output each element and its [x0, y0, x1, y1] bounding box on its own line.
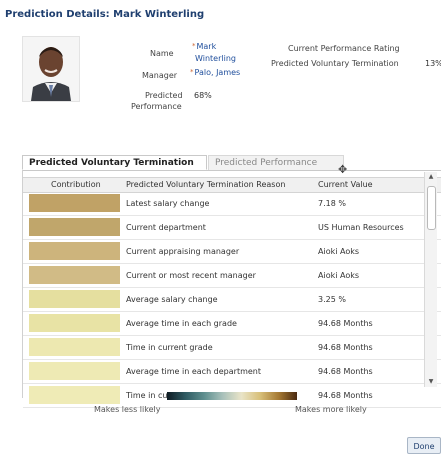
- reason-cell: Average time in each grade: [126, 319, 237, 328]
- required-indicator-icon: *: [190, 68, 194, 76]
- predicted-voluntary-termination-value: 13%: [425, 59, 441, 68]
- reason-cell: Current department: [126, 223, 206, 232]
- reason-cell: Latest salary change: [126, 199, 210, 208]
- column-header-reason[interactable]: Predicted Voluntary Termination Reason: [126, 178, 285, 192]
- contribution-swatch: [29, 218, 120, 236]
- table-header: Contribution Predicted Voluntary Termina…: [23, 177, 441, 193]
- value-cell: Aioki Aoks: [318, 247, 360, 256]
- reason-cell: Current or most recent manager: [126, 271, 256, 280]
- table-row[interactable]: Current or most recent manager Aioki Aok…: [23, 264, 441, 288]
- name-value-last[interactable]: Winterling: [195, 54, 236, 63]
- manager-value-text: Palo, James: [194, 68, 241, 77]
- scroll-down-icon[interactable]: ▼: [425, 377, 437, 387]
- contribution-swatch: [29, 290, 120, 308]
- contribution-swatch: [29, 242, 120, 260]
- value-cell: 94.68 Months: [318, 391, 373, 400]
- mouse-cursor-icon: ✥: [338, 163, 348, 176]
- termination-reasons-panel: Contribution Predicted Voluntary Termina…: [22, 170, 441, 408]
- predicted-performance-value: 68%: [194, 91, 212, 100]
- avatar: [22, 36, 80, 102]
- name-label: Name: [150, 49, 174, 58]
- contribution-swatch: [29, 314, 120, 332]
- name-value-first: Mark: [196, 42, 217, 51]
- table-row[interactable]: Time in current grade 94.68 Months: [23, 336, 441, 360]
- value-cell: 3.25 %: [318, 295, 346, 304]
- column-header-contribution[interactable]: Contribution: [51, 178, 101, 192]
- scroll-up-icon[interactable]: ▲: [425, 172, 437, 182]
- tab-predicted-performance[interactable]: Predicted Performance: [208, 155, 344, 170]
- tab-predicted-voluntary-termination[interactable]: Predicted Voluntary Termination: [22, 155, 207, 170]
- manager-label: Manager: [142, 71, 178, 80]
- table-row[interactable]: Current department US Human Resources: [23, 216, 441, 240]
- scroll-thumb[interactable]: [427, 186, 436, 230]
- value-cell: 94.68 Months: [318, 367, 373, 376]
- predicted-voluntary-termination-label: Predicted Voluntary Termination: [271, 59, 399, 68]
- value-cell: 94.68 Months: [318, 343, 373, 352]
- contribution-swatch: [29, 338, 120, 356]
- reason-cell: Current appraising manager: [126, 247, 240, 256]
- name-value[interactable]: *Mark: [192, 42, 216, 51]
- predicted-performance-label-line2: Performance: [131, 102, 182, 111]
- contribution-swatch: [29, 266, 120, 284]
- reason-cell: Time in current grade: [126, 343, 213, 352]
- table-row[interactable]: Latest salary change 7.18 %: [23, 192, 441, 216]
- contribution-swatch: [29, 362, 120, 380]
- value-cell: 7.18 %: [318, 199, 346, 208]
- column-header-current-value[interactable]: Current Value: [318, 178, 373, 192]
- table-row[interactable]: Average time in each department 94.68 Mo…: [23, 360, 441, 384]
- tab-bar: Predicted Voluntary Termination Predicte…: [22, 152, 441, 171]
- contribution-swatch: [29, 194, 120, 212]
- done-button-label: Done: [413, 442, 435, 451]
- value-cell: Aioki Aoks: [318, 271, 360, 280]
- reason-cell: Average salary change: [126, 295, 218, 304]
- table-body: Latest salary change 7.18 % Current depa…: [23, 192, 441, 408]
- table-row[interactable]: Average time in each grade 94.68 Months: [23, 312, 441, 336]
- value-cell: 94.68 Months: [318, 319, 373, 328]
- reason-cell: Average time in each department: [126, 367, 262, 376]
- required-indicator-icon: *: [192, 42, 196, 50]
- contribution-swatch: [29, 386, 120, 404]
- table-row[interactable]: Current appraising manager Aioki Aoks: [23, 240, 441, 264]
- done-button[interactable]: Done: [407, 437, 441, 454]
- employee-photo-icon: [23, 37, 79, 101]
- contribution-legend-gradient: [167, 392, 297, 400]
- legend-more-likely: Makes more likely: [295, 405, 367, 414]
- manager-value[interactable]: *Palo, James: [190, 68, 240, 77]
- dialog-title: Prediction Details: Mark Winterling: [5, 9, 205, 20]
- value-cell: US Human Resources: [318, 223, 404, 232]
- current-performance-rating-label: Current Performance Rating: [288, 44, 400, 53]
- table-row[interactable]: Average salary change 3.25 %: [23, 288, 441, 312]
- predicted-performance-label-line1: Predicted: [145, 91, 183, 100]
- legend-less-likely: Makes less likely: [94, 405, 161, 414]
- table-scrollbar[interactable]: ▲ ▼: [424, 172, 437, 387]
